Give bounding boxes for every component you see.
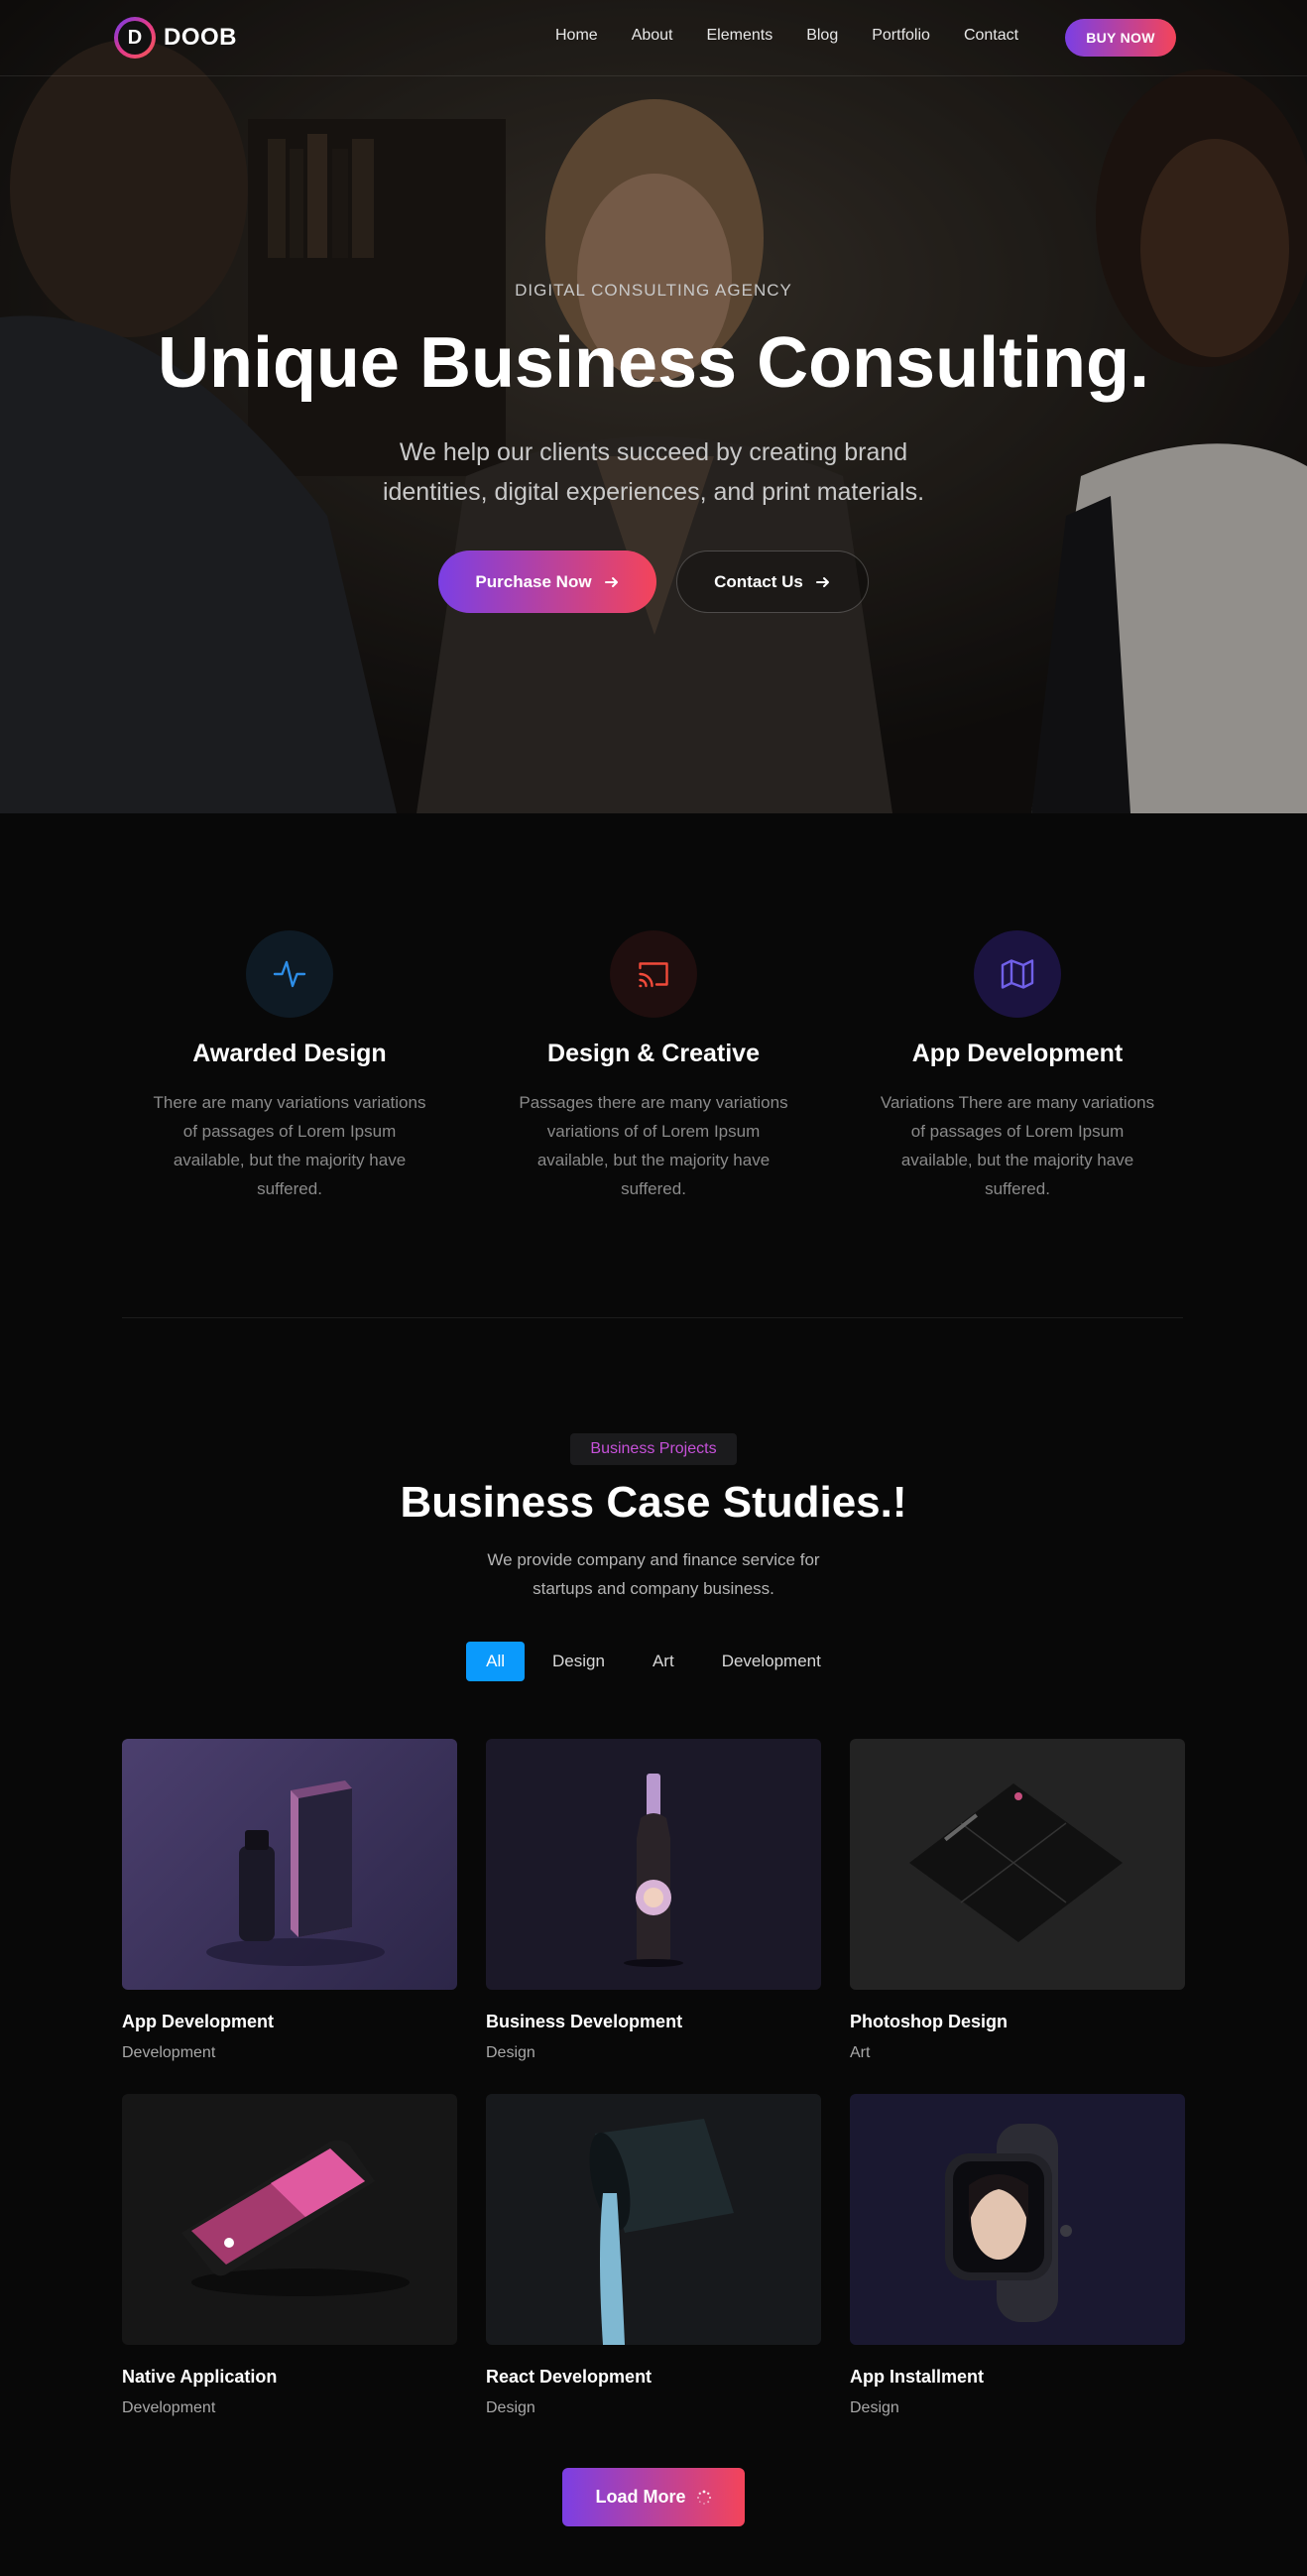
service-text: Passages there are many variations varia… <box>519 1093 788 1198</box>
map-icon <box>974 930 1061 1018</box>
project-category: Development <box>122 2399 216 2416</box>
nav-home[interactable]: Home <box>555 27 598 45</box>
project-image[interactable] <box>850 2094 1185 2345</box>
project-card[interactable]: App Development Development <box>122 1739 457 2062</box>
section-title: Business Case Studies.! <box>400 1478 907 1527</box>
project-title[interactable]: Photoshop Design <box>850 2012 1185 2032</box>
buy-now-button[interactable]: BUY NOW <box>1065 19 1176 57</box>
project-title[interactable]: Native Application <box>122 2367 457 2388</box>
filter-art[interactable]: Art <box>633 1642 694 1681</box>
nav-elements[interactable]: Elements <box>707 27 773 45</box>
project-title[interactable]: App Installment <box>850 2367 1185 2388</box>
project-category: Development <box>122 2044 216 2061</box>
hero-subtitle: DIGITAL CONSULTING AGENCY <box>515 281 792 300</box>
nav-contact[interactable]: Contact <box>964 27 1018 45</box>
hero-title: Unique Business Consulting. <box>157 323 1150 403</box>
project-card[interactable]: React Development Design <box>486 2094 821 2417</box>
project-category: Design <box>486 2399 535 2416</box>
project-title[interactable]: Business Development <box>486 2012 821 2032</box>
section-badge: Business Projects <box>570 1433 737 1465</box>
project-card[interactable]: Photoshop Design Art <box>850 1739 1185 2062</box>
cast-icon <box>610 930 697 1018</box>
logo-text: DOOB <box>164 24 237 51</box>
project-card[interactable]: Business Development Design <box>486 1739 821 2062</box>
project-image[interactable] <box>486 2094 821 2345</box>
contact-us-button[interactable]: Contact Us <box>676 551 869 613</box>
purchase-now-button[interactable]: Purchase Now <box>438 551 656 613</box>
service-item-design-creative: Design & Creative Passages there are man… <box>500 930 807 1203</box>
project-category: Design <box>850 2399 899 2416</box>
service-text: Variations There are many variations of … <box>880 1093 1155 1198</box>
service-title: Design & Creative <box>547 1040 760 1067</box>
nav-about[interactable]: About <box>632 27 673 45</box>
hero-overlay <box>0 0 1307 813</box>
project-card[interactable]: App Installment Design <box>850 2094 1185 2417</box>
nav-portfolio[interactable]: Portfolio <box>872 27 930 45</box>
service-text: There are many variations variations of … <box>153 1093 426 1198</box>
logo-letter: D <box>118 21 152 55</box>
service-item-awarded-design: Awarded Design There are many variations… <box>136 930 443 1203</box>
activity-icon <box>246 930 333 1018</box>
section-divider <box>122 1317 1183 1318</box>
project-image[interactable] <box>122 1739 457 1990</box>
nav-blog[interactable]: Blog <box>806 27 838 45</box>
load-more-button[interactable]: Load More <box>562 2468 745 2526</box>
project-title[interactable]: React Development <box>486 2367 821 2388</box>
hero-description: We help our clients succeed by creating … <box>382 438 925 506</box>
section-description: We provide company and finance service f… <box>487 1550 820 1598</box>
project-image[interactable] <box>122 2094 457 2345</box>
project-category: Art <box>850 2044 871 2061</box>
arrow-right-icon <box>604 576 618 587</box>
contact-us-label: Contact Us <box>714 571 803 591</box>
purchase-now-label: Purchase Now <box>475 571 592 591</box>
project-image[interactable] <box>850 1739 1185 1990</box>
project-image[interactable] <box>486 1739 821 1990</box>
filter-design[interactable]: Design <box>533 1642 625 1681</box>
filter-development[interactable]: Development <box>702 1642 841 1681</box>
portfolio-filters: All Design Art Development <box>0 1642 1307 1681</box>
service-title: Awarded Design <box>192 1040 387 1067</box>
project-card[interactable]: Native Application Development <box>122 2094 457 2417</box>
arrow-right-icon <box>815 576 829 587</box>
load-more-label: Load More <box>595 2487 686 2507</box>
logo[interactable]: D DOOB <box>114 17 237 59</box>
service-item-app-development: App Development Variations There are man… <box>864 930 1171 1203</box>
hero-section: D DOOB Home About Elements Blog Portfoli… <box>0 0 1307 813</box>
logo-mark: D <box>114 17 156 59</box>
site-header: D DOOB Home About Elements Blog Portfoli… <box>0 0 1307 76</box>
project-category: Design <box>486 2044 535 2061</box>
service-title: App Development <box>911 1040 1124 1067</box>
loader-icon <box>696 2490 711 2505</box>
main-nav: Home About Elements Blog Portfolio Conta… <box>555 27 1018 45</box>
filter-all[interactable]: All <box>466 1642 526 1681</box>
project-title[interactable]: App Development <box>122 2012 457 2032</box>
